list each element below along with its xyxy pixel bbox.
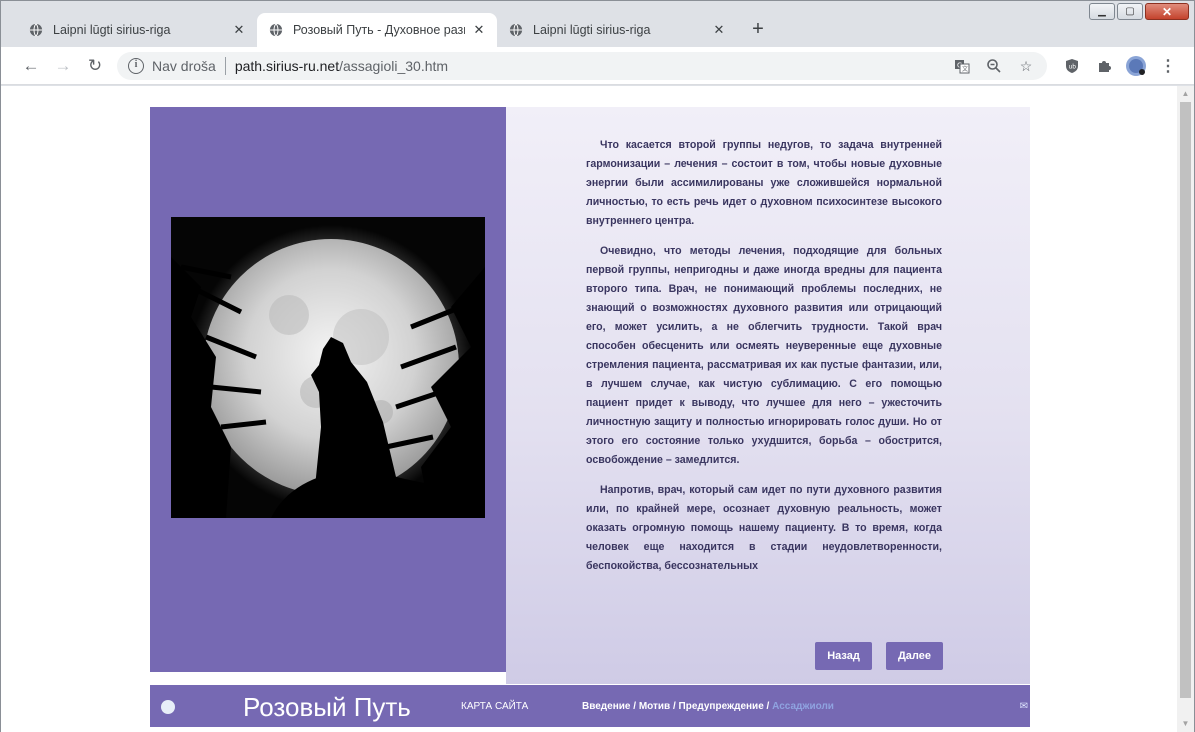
site-brand[interactable]: Розовый Путь: [243, 692, 411, 723]
close-tab-3-icon[interactable]: ✕: [711, 22, 727, 38]
crumb-warning[interactable]: Предупреждение: [679, 701, 764, 712]
url-path: /assagioli_30.htm: [339, 58, 449, 74]
home-icon[interactable]: [161, 700, 175, 714]
globe-icon: [29, 23, 43, 37]
reload-button[interactable]: ↻: [83, 54, 107, 78]
globe-icon: [269, 23, 283, 37]
crumb-current[interactable]: Ассаджиоли: [772, 701, 834, 712]
tab-1[interactable]: Laipni lūgti sirius-riga ✕: [17, 13, 257, 47]
address-bar[interactable]: i Nav droša path.sirius-ru.net/assagioli…: [117, 52, 1047, 80]
page-content: Что касается второй группы недугов, то з…: [150, 107, 1030, 732]
maximize-button[interactable]: ▢: [1117, 3, 1143, 20]
url-host: path.sirius-ru.net: [234, 58, 340, 74]
site-footer: Розовый Путь КАРТА САЙТА Введение / Моти…: [150, 685, 1030, 727]
toolbar: ← → ↻ i Nav droša path.sirius-ru.net/ass…: [1, 47, 1194, 85]
profile-avatar[interactable]: [1125, 55, 1147, 77]
close-window-button[interactable]: ✕: [1145, 3, 1189, 20]
minimize-button[interactable]: ▁: [1089, 3, 1115, 20]
scroll-down-icon[interactable]: ▼: [1177, 716, 1194, 732]
extensions-area: ub ⋮: [1061, 55, 1179, 77]
breadcrumb: Введение / Мотив / Предупреждение / Асса…: [582, 701, 834, 712]
crumb-motive[interactable]: Мотив: [639, 701, 670, 712]
next-page-button[interactable]: Далее: [886, 642, 943, 670]
mail-icon[interactable]: ✉: [1020, 701, 1028, 712]
wolf-moon-image: [171, 217, 485, 518]
tab-3[interactable]: Laipni lūgti sirius-riga ✕: [497, 13, 737, 47]
close-tab-2-icon[interactable]: ✕: [471, 22, 487, 38]
article-paragraph-1: Что касается второй группы недугов, то з…: [586, 139, 942, 227]
close-tab-1-icon[interactable]: ✕: [231, 22, 247, 38]
sitemap-link[interactable]: КАРТА САЙТА: [461, 701, 528, 712]
tab-3-title: Laipni lūgti sirius-riga: [533, 23, 651, 37]
bookmark-star-icon[interactable]: ☆: [1015, 55, 1037, 77]
browser-window: Laipni lūgti sirius-riga ✕ Розовый Путь …: [0, 0, 1195, 732]
zoom-icon[interactable]: [983, 55, 1005, 77]
crumb-intro[interactable]: Введение: [582, 701, 630, 712]
page-viewport: Что касается второй группы недугов, то з…: [1, 86, 1194, 732]
tab-2-title: Розовый Путь - Духовное разви: [293, 23, 465, 37]
puzzle-extensions-icon[interactable]: [1093, 55, 1115, 77]
omnibox-actions: G文 ☆: [951, 52, 1037, 80]
forward-button[interactable]: →: [51, 54, 75, 78]
scroll-up-icon[interactable]: ▲: [1177, 86, 1194, 102]
security-label: Nav droša: [152, 58, 216, 74]
article-text: Что касается второй группы недугов, то з…: [586, 136, 942, 587]
scroll-thumb[interactable]: [1180, 102, 1191, 698]
tab-strip: Laipni lūgti sirius-riga ✕ Розовый Путь …: [1, 1, 1194, 47]
article-paragraph-3: Напротив, врач, который сам идет по пути…: [586, 484, 942, 572]
address-divider: [224, 57, 226, 75]
back-page-button[interactable]: Назад: [815, 642, 872, 670]
article-paragraph-2: Очевидно, что методы лечения, подходящие…: [586, 245, 942, 466]
svg-text:文: 文: [962, 65, 968, 73]
vertical-scrollbar[interactable]: ▲ ▼: [1177, 86, 1194, 732]
svg-text:ub: ub: [1069, 64, 1077, 71]
tab-2[interactable]: Розовый Путь - Духовное разви ✕: [257, 13, 497, 47]
left-panel: [150, 107, 506, 672]
translate-icon[interactable]: G文: [951, 55, 973, 77]
info-icon[interactable]: i: [128, 58, 144, 74]
globe-icon: [509, 23, 523, 37]
window-controls: ▁ ▢ ✕: [1089, 3, 1189, 21]
shield-extension-icon[interactable]: ub: [1061, 55, 1083, 77]
back-button[interactable]: ←: [19, 54, 43, 78]
menu-kebab-icon[interactable]: ⋮: [1157, 55, 1179, 77]
new-tab-button[interactable]: +: [747, 19, 769, 41]
right-panel: Что касается второй группы недугов, то з…: [506, 107, 1030, 684]
tab-1-title: Laipni lūgti sirius-riga: [53, 23, 171, 37]
